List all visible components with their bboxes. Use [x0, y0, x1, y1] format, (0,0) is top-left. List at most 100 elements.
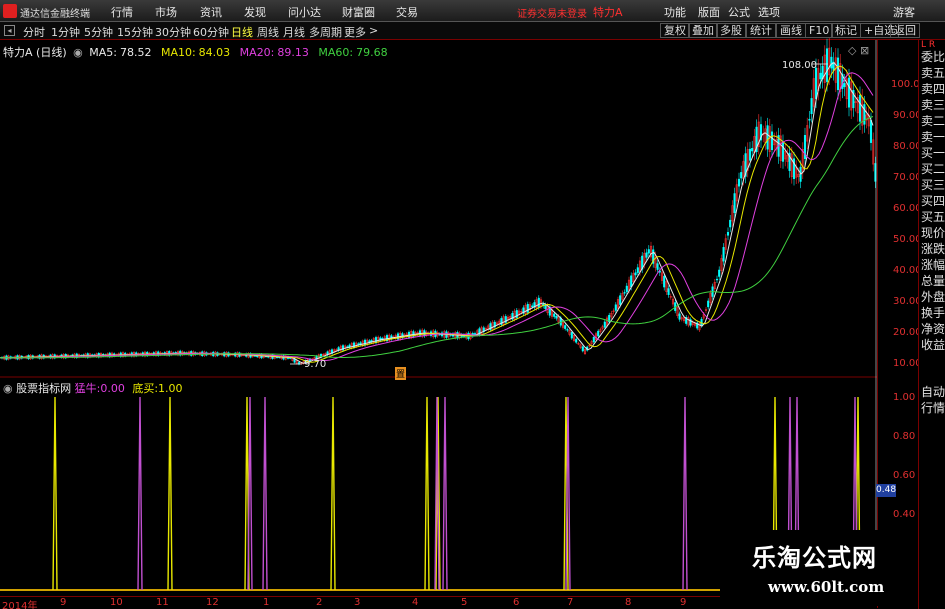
candle-body: [729, 219, 732, 228]
panel-toggle-label[interactable]: L R: [921, 40, 935, 50]
candle-body: [847, 77, 851, 108]
candle-body: [737, 178, 741, 187]
indicator-settings-icon[interactable]: ◉: [3, 382, 13, 395]
panel-item: 买四: [921, 194, 945, 208]
candle-body: [863, 104, 866, 125]
indicator-tick: 0.60: [893, 470, 916, 481]
candle-body: [810, 98, 813, 115]
kline-chart[interactable]: [0, 0, 945, 609]
date-tick: 4: [412, 597, 419, 608]
bull-signal-spike: [137, 396, 143, 591]
indicator-tick: 1.00: [893, 392, 916, 403]
candle-body: [531, 305, 534, 307]
line1-value: 0.00: [100, 382, 125, 395]
ma20-value: 89.13: [277, 46, 309, 59]
settings-icon[interactable]: ◉: [73, 46, 83, 59]
indicator-name[interactable]: 股票指标网: [16, 382, 71, 395]
ma10-label: MA10:: [160, 46, 196, 59]
candle-body: [656, 263, 659, 270]
candle-body: [636, 267, 639, 273]
candle-body: [726, 232, 730, 236]
candle-body: [751, 148, 754, 152]
quote-side-panel: L R 委比 卖五 卖四 卖三 卖二 卖一 买一 买二 买三 买四 买五 现价 …: [918, 40, 945, 609]
candle-body: [781, 141, 785, 162]
line2-value: 1.00: [158, 382, 183, 395]
candle-body: [553, 313, 556, 317]
date-tick: 9: [680, 597, 687, 608]
event-marker[interactable]: 置: [395, 367, 407, 380]
panel-item: 买三: [921, 178, 945, 192]
indicator-tick: 0.40: [893, 509, 916, 520]
candle-body: [722, 247, 725, 262]
date-tick: 3: [354, 597, 361, 608]
candle-body: [581, 346, 584, 352]
indicator-tick: 0.80: [893, 431, 916, 442]
candle-body: [645, 252, 648, 258]
candle-body: [625, 285, 628, 292]
candle-body: [647, 249, 650, 254]
date-tick: 8: [625, 597, 632, 608]
panel-item: 涨跌: [921, 242, 945, 256]
bull-signal-spike: [247, 396, 253, 591]
date-tick: 6: [513, 597, 520, 608]
watermark-text: 乐淘公式网: [752, 544, 877, 572]
candle-body: [614, 304, 617, 311]
line1-label: 猛牛:: [74, 382, 101, 395]
ma5-label: MA5:: [89, 46, 117, 59]
date-tick: 2: [316, 597, 323, 608]
chart-corner-icons[interactable]: ◇ ⊠: [848, 44, 869, 57]
panel-item: 总量: [921, 274, 945, 288]
candle-body: [526, 303, 529, 313]
date-tick: 5: [461, 597, 468, 608]
candle-body: [707, 300, 710, 308]
candle-body: [830, 56, 833, 69]
panel-item: 净资: [921, 322, 945, 336]
ma60-value: 79.68: [356, 46, 388, 59]
date-tick: 1: [263, 597, 270, 608]
panel-item: 卖五: [921, 66, 945, 80]
buy-signal-spike: [167, 396, 173, 591]
candle-body: [858, 94, 862, 122]
candle-body: [819, 72, 822, 80]
candle-body: [619, 295, 622, 305]
candle-body: [733, 193, 736, 213]
candle-body: [623, 292, 626, 294]
panel-item: 卖二: [921, 114, 945, 128]
buy-signal-spike: [52, 396, 58, 591]
ma5-value: 78.52: [119, 46, 152, 59]
auto-quote-toggle[interactable]: 自动: [921, 385, 945, 399]
panel-item: 现价: [921, 226, 945, 240]
candle-body: [766, 125, 769, 150]
price-axis: [877, 40, 918, 608]
indicator-legend: ◉ 股票指标网 猛牛:0.00 底买:1.00: [3, 380, 183, 396]
date-tick: 7: [567, 597, 574, 608]
candle-body: [603, 321, 606, 328]
buy-signal-spike: [330, 396, 336, 591]
panel-item: 涨幅: [921, 258, 945, 272]
candle-body: [570, 332, 573, 339]
watermark: 乐淘公式网 www.60lt.com: [720, 530, 918, 606]
candle-body: [663, 275, 666, 288]
date-tick: 11: [156, 597, 169, 608]
stock-period-label: 特力A (日线): [3, 46, 67, 59]
panel-item: 收益: [921, 338, 945, 352]
candle-body: [808, 118, 811, 121]
panel-item: 卖四: [921, 82, 945, 96]
ma-legend: 特力A (日线) ◉ MA5: 78.52 MA10: 84.03 MA20: 89.…: [3, 44, 394, 60]
candle-body: [814, 67, 818, 99]
date-tick: 2014年: [2, 601, 38, 609]
candle-body: [836, 57, 840, 91]
ma10-line: [0, 65, 874, 363]
candle-body: [537, 297, 540, 308]
panel-item: 外盘: [921, 290, 945, 304]
candle-body: [597, 330, 600, 337]
candle-body: [718, 269, 721, 277]
candle-body: [770, 131, 774, 151]
candle-body: [592, 337, 595, 343]
panel-item: 买二: [921, 162, 945, 176]
panel-item: 买一: [921, 146, 945, 160]
candle-body: [825, 48, 829, 82]
candle-body: [843, 83, 846, 88]
buy-signal-spike: [424, 396, 430, 591]
auto-quote-toggle-label[interactable]: 行情: [921, 401, 945, 415]
